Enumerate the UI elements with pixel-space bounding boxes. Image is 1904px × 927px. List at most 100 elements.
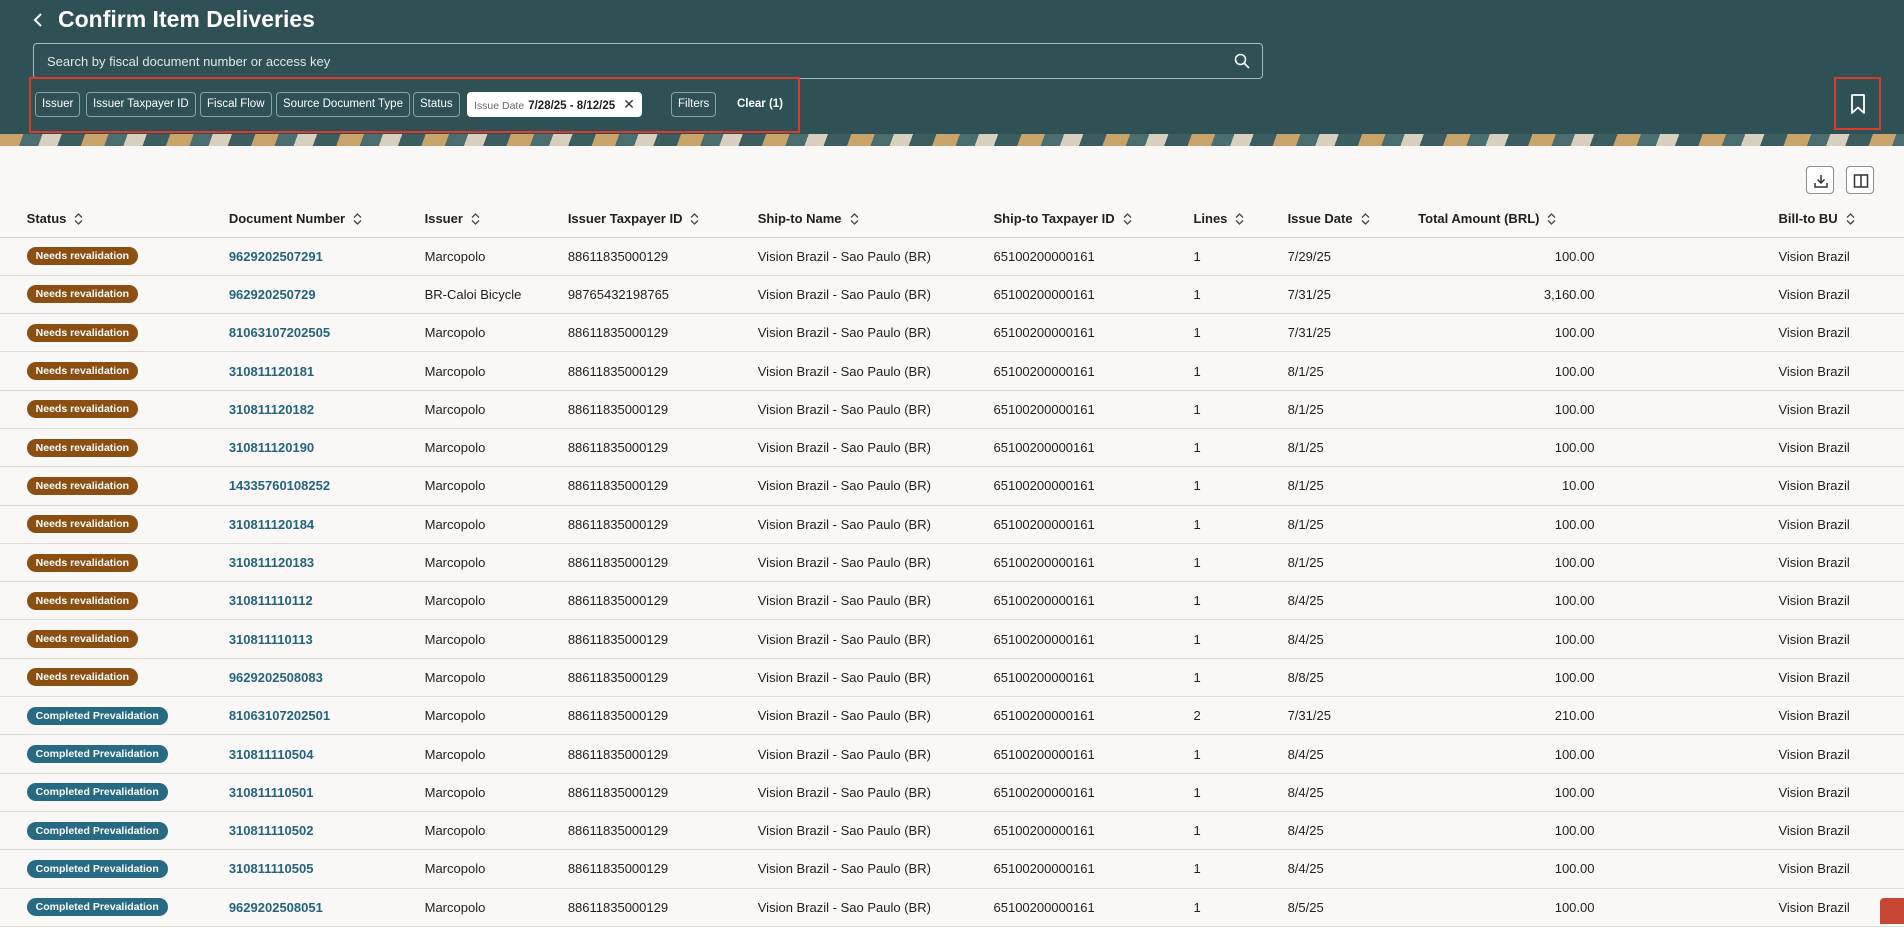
search-input[interactable] (47, 44, 1227, 78)
table-row[interactable]: Completed Prevalidation 81063107202501 Mar… (0, 696, 1904, 736)
row-spacer (0, 505, 27, 544)
header-decoration (0, 134, 1904, 146)
document-number-link[interactable]: 9629202507291 (229, 249, 323, 264)
cell-issuer: Marcopolo (424, 811, 568, 851)
document-number-link[interactable]: 310811120183 (229, 555, 314, 570)
document-number-link[interactable]: 310811110112 (229, 593, 313, 608)
table-row[interactable]: Needs revalidation 962920250729 BR-Caloi B… (0, 275, 1904, 315)
cell-text: Vision Brazil - Sao Paulo (BR) (757, 899, 931, 915)
cell-issue-date: 8/4/25 (1287, 773, 1419, 812)
column-header-total-amount[interactable]: Total Amount (BRL) (1418, 200, 1779, 238)
cell-text: 88611835000129 (567, 440, 669, 456)
cell-text: 1 (1193, 478, 1201, 494)
sort-icon[interactable] (1235, 212, 1244, 226)
column-header-document-number[interactable]: Document Number (228, 200, 425, 238)
table-row[interactable]: Needs revalidation 9629202507291 Marcopolo… (0, 237, 1904, 276)
document-number-link[interactable]: 81063107202501 (229, 708, 330, 723)
cell-issuer-taxpayer-id: 88611835000129 (567, 696, 758, 736)
document-number-link[interactable]: 310811120182 (229, 402, 314, 417)
table-row[interactable]: Needs revalidation 310811110112 Marcopolo 8… (0, 581, 1904, 621)
document-number-link[interactable]: 9629202508083 (229, 670, 323, 685)
sort-icon[interactable] (1123, 212, 1132, 226)
filter-chip-issuer[interactable]: Issuer (35, 92, 81, 117)
filter-chip-issuer-taxpayer-id[interactable]: Issuer Taxpayer ID (86, 92, 196, 117)
column-header-status[interactable]: Status (26, 200, 229, 238)
document-number-link[interactable]: 310811110504 (229, 747, 314, 762)
table-row[interactable]: Needs revalidation 310811120183 Marcopolo 8… (0, 543, 1904, 583)
clear-filters-button[interactable]: Clear (1) (737, 92, 783, 117)
table-row[interactable]: Needs revalidation 310811110113 Marcopolo 8… (0, 619, 1904, 659)
table-row[interactable]: Completed Prevalidation 310811110502 Marco… (0, 811, 1904, 851)
document-number-link[interactable]: 310811110501 (229, 785, 314, 800)
cell-lines: 1 (1193, 811, 1288, 851)
column-header-bill-to-bu[interactable]: Bill-to BU (1778, 200, 1904, 238)
sort-icon[interactable] (690, 212, 699, 226)
table-row[interactable]: Completed Prevalidation 310811110504 Marco… (0, 734, 1904, 774)
row-spacer (0, 773, 27, 812)
sort-icon[interactable] (353, 212, 362, 226)
document-number-link[interactable]: 14335760108252 (229, 478, 330, 493)
column-header-issuer[interactable]: Issuer (424, 200, 568, 238)
close-icon[interactable]: ✕ (623, 93, 635, 116)
filter-chip-fiscal-flow[interactable]: Fiscal Flow (200, 92, 272, 117)
cell-text: 1 (1193, 555, 1201, 571)
document-number-link[interactable]: 310811120184 (229, 517, 314, 532)
cell-total-amount: 100.00 (1418, 888, 1779, 927)
document-number-link[interactable]: 310811110505 (229, 861, 314, 876)
status-badge: Needs revalidation (26, 323, 139, 342)
table-row[interactable]: Needs revalidation 9629202508083 Marcopolo… (0, 658, 1904, 698)
filter-chip-status[interactable]: Status (413, 92, 460, 117)
table-row[interactable]: Needs revalidation 310811120181 Marcopolo 8… (0, 351, 1904, 391)
cell-lines: 1 (1193, 734, 1288, 774)
table-row[interactable]: Completed Prevalidation 9629202508051 Marc… (0, 888, 1904, 927)
sort-icon[interactable] (1846, 212, 1855, 226)
sort-icon[interactable] (850, 212, 859, 226)
bookmark-icon[interactable] (1850, 94, 1866, 114)
table-row[interactable]: Needs revalidation 81063107202505 Marcopol… (0, 313, 1904, 353)
cell-ship-to-name: Vision Brazil - Sao Paulo (BR) (757, 888, 994, 927)
cell-text: 1 (1193, 440, 1201, 456)
cell-issue-date: 8/4/25 (1287, 734, 1419, 774)
document-number-link[interactable]: 310811120190 (229, 440, 314, 455)
table-row[interactable]: Needs revalidation 310811120182 Marcopolo 8… (0, 390, 1904, 429)
cell-text: Vision Brazil (1778, 440, 1850, 456)
cell-document-number: 310811110112 (228, 581, 425, 621)
table-row[interactable]: Completed Prevalidation 310811110501 Marco… (0, 773, 1904, 812)
table-row[interactable]: Needs revalidation 310811120190 Marcopolo 8… (0, 428, 1904, 468)
column-header-issuer-taxpayer-id[interactable]: Issuer Taxpayer ID (567, 200, 758, 238)
table-row[interactable]: Completed Prevalidation 310811110505 Marco… (0, 849, 1904, 889)
cell-bill-to-bu: Vision Brazil (1778, 351, 1904, 391)
cell-ship-to-taxpayer-id: 65100200000161 (993, 849, 1194, 889)
cell-ship-to-taxpayer-id: 65100200000161 (993, 658, 1194, 698)
cell-text: 8/1/25 (1287, 478, 1324, 494)
column-header-ship-to-name[interactable]: Ship-to Name (757, 200, 994, 238)
search-icon[interactable] (1234, 53, 1250, 69)
table-row[interactable]: Needs revalidation 14335760108252 Marcopol… (0, 466, 1904, 506)
cell-issuer: Marcopolo (424, 888, 568, 927)
download-button[interactable] (1806, 166, 1834, 194)
cell-issue-date: 8/4/25 (1287, 849, 1419, 889)
document-number-link[interactable]: 9629202508051 (229, 900, 323, 915)
document-number-link[interactable]: 310811110502 (229, 823, 314, 838)
column-header-ship-to-taxpayer-id[interactable]: Ship-to Taxpayer ID (993, 200, 1194, 238)
document-number-link[interactable]: 310811110113 (229, 632, 313, 647)
columns-button[interactable] (1846, 166, 1874, 194)
cell-text: 1 (1193, 516, 1201, 532)
document-number-link[interactable]: 962920250729 (229, 287, 316, 302)
sort-icon[interactable] (1361, 212, 1370, 226)
filter-chip-issue-date[interactable]: Issue Date 7/28/25 - 8/12/25 ✕ (467, 92, 642, 117)
sort-icon[interactable] (471, 212, 480, 226)
document-number-link[interactable]: 310811120181 (229, 364, 314, 379)
cell-text: Marcopolo (424, 899, 486, 915)
document-number-link[interactable]: 81063107202505 (229, 325, 330, 340)
cell-text: 88611835000129 (567, 363, 669, 379)
column-header-issue-date[interactable]: Issue Date (1287, 200, 1419, 238)
sort-icon[interactable] (1547, 212, 1556, 226)
sort-icon[interactable] (74, 212, 83, 226)
column-header-lines[interactable]: Lines (1193, 200, 1288, 238)
filter-chip-source-document-type[interactable]: Source Document Type (276, 92, 410, 117)
filters-button[interactable]: Filters (671, 92, 717, 117)
status-badge: Completed Prevalidation (26, 706, 168, 725)
back-button[interactable] (28, 8, 50, 32)
table-row[interactable]: Needs revalidation 310811120184 Marcopolo 8… (0, 505, 1904, 544)
